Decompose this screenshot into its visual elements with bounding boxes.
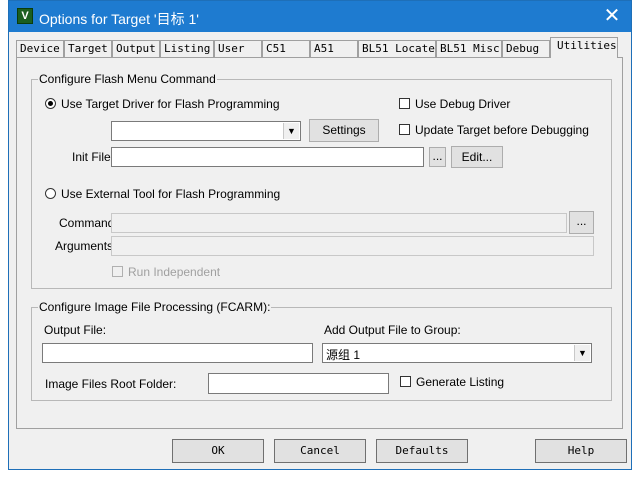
tab-c51[interactable]: C51 — [262, 40, 310, 57]
title-bar[interactable]: V Options for Target '目标 1' ✕ — [9, 1, 631, 32]
use-target-driver-radio[interactable] — [45, 98, 56, 109]
ok-button[interactable]: OK — [172, 439, 264, 463]
settings-button[interactable]: Settings — [309, 119, 379, 142]
tab-a51[interactable]: A51 — [310, 40, 358, 57]
init-file-browse-button[interactable]: ... — [429, 147, 446, 167]
utilities-panel: Configure Flash Menu Command Use Target … — [16, 57, 623, 429]
chevron-down-icon: ▼ — [283, 123, 299, 139]
run-independent-label: Run Independent — [128, 265, 221, 279]
tab-user[interactable]: User — [214, 40, 262, 57]
init-file-label: Init File: — [72, 150, 115, 164]
command-input[interactable] — [111, 213, 567, 233]
image-processing-group: Configure Image File Processing (FCARM):… — [31, 300, 612, 401]
update-target-label: Update Target before Debugging — [415, 123, 589, 137]
generate-listing-label: Generate Listing — [416, 375, 505, 389]
command-label: Command: — [59, 216, 118, 230]
tab-output[interactable]: Output — [112, 40, 160, 57]
driver-select[interactable]: ▼ — [111, 121, 301, 141]
tab-target[interactable]: Target — [64, 40, 112, 57]
use-debug-driver-label: Use Debug Driver — [415, 97, 511, 111]
arguments-label: Arguments: — [55, 239, 117, 253]
tab-device[interactable]: Device — [16, 40, 64, 57]
output-file-label: Output File: — [44, 323, 107, 337]
use-debug-driver-checkbox[interactable] — [399, 98, 410, 109]
update-target-checkbox[interactable] — [399, 124, 410, 135]
image-group-label: Configure Image File Processing (FCARM): — [38, 300, 272, 314]
tab-debug[interactable]: Debug — [502, 40, 550, 57]
init-file-input[interactable] — [111, 147, 424, 167]
defaults-button[interactable]: Defaults — [376, 439, 468, 463]
add-output-group-label: Add Output File to Group: — [324, 323, 461, 337]
output-group-select[interactable]: 源组 1 ▼ — [322, 343, 592, 363]
use-external-tool-radio[interactable] — [45, 188, 56, 199]
output-group-select-value: 源组 1 — [326, 348, 361, 362]
flash-group-label: Configure Flash Menu Command — [38, 72, 217, 86]
generate-listing-checkbox[interactable] — [400, 376, 411, 387]
root-folder-input[interactable] — [208, 373, 389, 394]
command-browse-button[interactable]: ... — [569, 211, 594, 234]
tab-listing[interactable]: Listing — [160, 40, 214, 57]
root-folder-label: Image Files Root Folder: — [45, 377, 177, 391]
flash-menu-group: Configure Flash Menu Command Use Target … — [31, 72, 612, 289]
arguments-input[interactable] — [111, 236, 594, 256]
uvision-app-icon: V — [17, 8, 33, 24]
close-icon: ✕ — [603, 5, 621, 27]
use-external-tool-label: Use External Tool for Flash Programming — [61, 187, 281, 201]
close-button[interactable]: ✕ — [599, 4, 625, 28]
options-dialog: V Options for Target '目标 1' ✕ Device Tar… — [8, 0, 632, 470]
tab-bl51-locate[interactable]: BL51 Locate — [358, 40, 436, 57]
tab-utilities[interactable]: Utilities — [550, 37, 618, 58]
run-independent-checkbox[interactable] — [112, 266, 123, 277]
output-file-input[interactable] — [42, 343, 313, 363]
use-target-driver-label: Use Target Driver for Flash Programming — [61, 97, 280, 111]
chevron-down-icon: ▼ — [574, 345, 590, 361]
tab-bl51-misc[interactable]: BL51 Misc — [436, 40, 502, 57]
cancel-button[interactable]: Cancel — [274, 439, 366, 463]
window-title: Options for Target '目标 1' — [39, 11, 199, 27]
help-button[interactable]: Help — [535, 439, 627, 463]
edit-init-file-button[interactable]: Edit... — [451, 146, 503, 168]
